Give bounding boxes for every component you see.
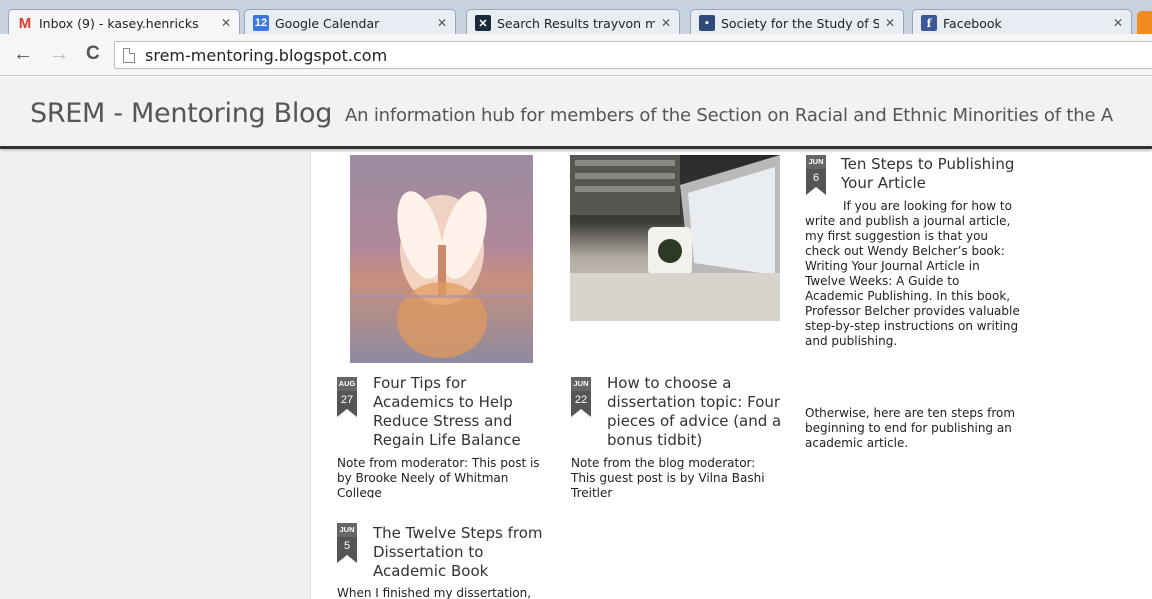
post-image-swan[interactable] xyxy=(350,155,533,363)
post-title[interactable]: How to choose a dissertation topic: Four… xyxy=(607,374,787,450)
reload-icon[interactable]: C xyxy=(86,44,100,64)
blog-description: An information hub for members of the Se… xyxy=(345,105,1113,126)
x-site-icon: ✕ xyxy=(475,15,491,31)
close-icon[interactable]: ✕ xyxy=(883,16,897,30)
url-text: srem-mentoring.blogspot.com xyxy=(145,46,388,65)
page-icon xyxy=(123,48,135,63)
facebook-icon: f xyxy=(921,15,937,31)
blog-title[interactable]: SREM - Mentoring Blog xyxy=(30,98,332,129)
tab-facebook[interactable]: f Facebook ✕ xyxy=(912,9,1132,34)
post-date-badge: JUN 22 xyxy=(571,377,591,421)
post-date-badge: AUG 27 xyxy=(337,377,357,421)
post-month: JUN xyxy=(571,377,591,391)
post-snippet: Note from moderator: This post is by Bro… xyxy=(337,456,540,498)
post-day: 6 xyxy=(806,169,826,187)
post-title[interactable]: The Twelve Steps from Dissertation to Ac… xyxy=(373,524,553,581)
tab-calendar[interactable]: 12 Google Calendar ✕ xyxy=(244,9,456,34)
post-day: 22 xyxy=(571,391,591,409)
date-badge-tail xyxy=(337,409,357,417)
post-snippet: If you are looking for how to write and … xyxy=(805,199,1020,348)
close-icon[interactable]: ✕ xyxy=(659,16,673,30)
back-arrow-icon[interactable]: ← xyxy=(13,44,33,64)
post-title[interactable]: Four Tips for Academics to Help Reduce S… xyxy=(373,374,533,450)
calendar-icon: 12 xyxy=(253,15,269,31)
date-badge-tail xyxy=(337,555,357,563)
tab-gmail[interactable]: M Inbox (9) - kasey.henricks ✕ xyxy=(8,9,240,34)
forward-arrow-icon[interactable]: → xyxy=(49,44,69,64)
date-badge-tail xyxy=(806,187,826,195)
tab-search-results[interactable]: ✕ Search Results trayvon ma ✕ xyxy=(466,9,680,34)
post-snippet: Note from the blog moderator: This guest… xyxy=(571,456,765,498)
tab-title: Inbox (9) - kasey.henricks xyxy=(39,15,199,31)
post-snippet: Otherwise, here are ten steps from begin… xyxy=(805,406,1016,450)
address-bar[interactable]: srem-mentoring.blogspot.com xyxy=(114,41,1152,69)
post-image-laptop[interactable] xyxy=(570,155,780,321)
tab-title: Facebook xyxy=(943,15,1002,31)
tab-title: Google Calendar xyxy=(275,15,380,31)
post-month: AUG xyxy=(337,377,357,391)
close-icon[interactable]: ✕ xyxy=(435,16,449,30)
post-month: JUN xyxy=(806,155,826,169)
close-icon[interactable]: ✕ xyxy=(1111,16,1125,30)
browser-toolbar: ← → C srem-mentoring.blogspot.com xyxy=(0,34,1152,76)
post-date-badge: JUN 6 xyxy=(806,155,826,199)
post-title[interactable]: Ten Steps to Publishing Your Article xyxy=(841,155,1021,193)
date-badge-tail xyxy=(571,409,591,417)
close-icon[interactable]: ✕ xyxy=(219,16,233,30)
tab-title: Search Results trayvon ma xyxy=(497,15,655,31)
tab-strip: M Inbox (9) - kasey.henricks ✕ 12 Google… xyxy=(0,0,1152,34)
tab-title: Society for the Study of Sc xyxy=(721,15,879,31)
new-tab-button[interactable] xyxy=(1137,11,1152,34)
gmail-icon: M xyxy=(18,14,32,32)
post-snippet: When I finished my dissertation, xyxy=(337,586,532,599)
society-icon: ▪ xyxy=(699,15,715,31)
post-month: JUN xyxy=(337,523,357,537)
tab-society[interactable]: ▪ Society for the Study of Sc ✕ xyxy=(690,9,904,34)
sidebar xyxy=(0,152,311,599)
post-day: 5 xyxy=(337,537,357,555)
post-date-badge: JUN 5 xyxy=(337,523,357,567)
blog-header: SREM - Mentoring Blog An information hub… xyxy=(0,77,1152,149)
post-day: 27 xyxy=(337,391,357,409)
